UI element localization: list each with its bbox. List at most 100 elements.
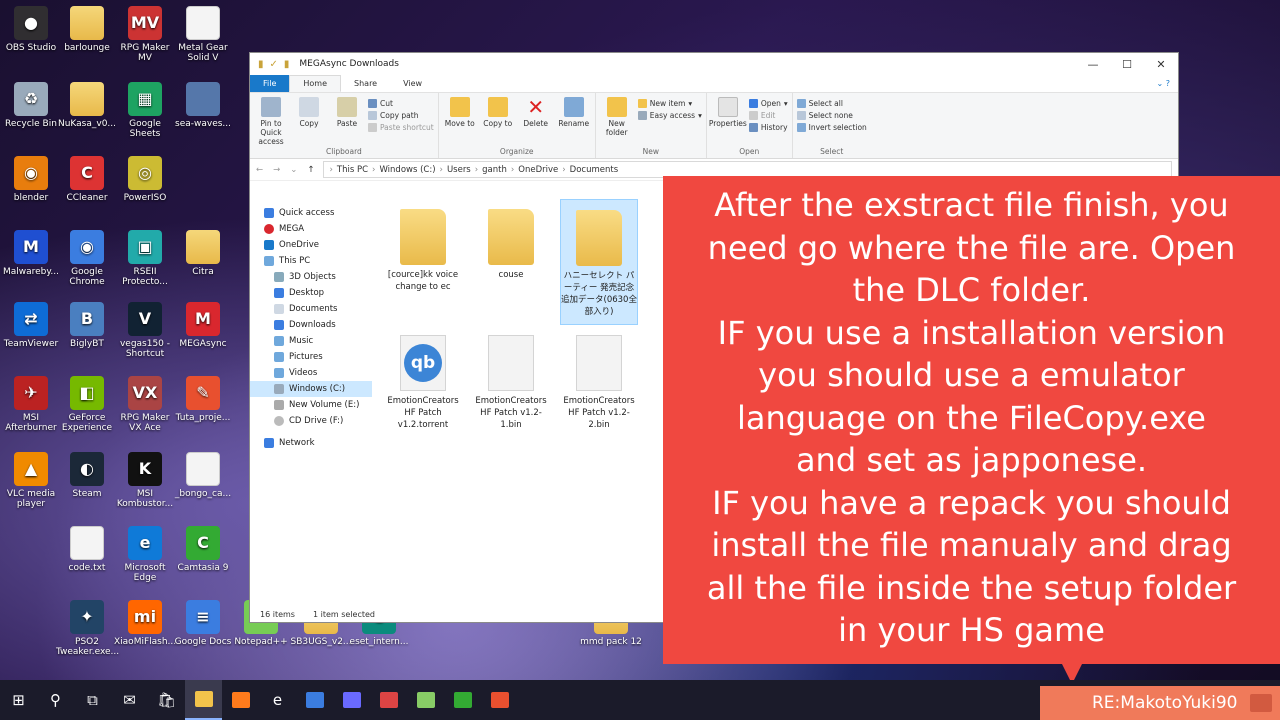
paste-button[interactable]: Paste — [330, 97, 364, 146]
camtasia-icon[interactable] — [444, 680, 481, 720]
nav-documents[interactable]: Documents — [250, 301, 372, 317]
desktop-icon[interactable]: VX RPG Maker VX Ace — [114, 376, 176, 433]
nav-music[interactable]: Music — [250, 333, 372, 349]
breadcrumb-item[interactable]: Documents — [570, 165, 618, 175]
desktop-icon[interactable]: ✈ MSI Afterburner — [0, 376, 62, 433]
nav-desktop[interactable]: Desktop — [250, 285, 372, 301]
desktop-icon[interactable]: Citra — [172, 230, 234, 277]
select-all-button[interactable]: Select all — [796, 99, 867, 108]
copy-to-button[interactable]: Copy to — [481, 97, 515, 146]
desktop-icon[interactable]: ▣ RSEII Protecto... — [114, 230, 176, 287]
breadcrumb-item[interactable]: Users — [447, 165, 471, 175]
rename-button[interactable]: Rename — [557, 97, 591, 146]
app-icon[interactable] — [333, 680, 370, 720]
file-item[interactable]: qb EmotionCreators HF Patch v1.2.torrent — [384, 331, 462, 431]
store-icon[interactable]: 🛍 — [148, 680, 185, 720]
chrome-icon[interactable] — [296, 680, 333, 720]
desktop-icon[interactable]: ≡ Google Docs — [172, 600, 234, 647]
history-button[interactable]: History — [748, 123, 788, 132]
move-to-button[interactable]: Move to — [443, 97, 477, 146]
desktop-icon[interactable]: Metal Gear Solid V — [172, 6, 234, 63]
copy-path-button[interactable]: Copy path — [368, 111, 434, 120]
properties-icon[interactable]: ✓ — [270, 59, 278, 70]
nav-videos[interactable]: Videos — [250, 365, 372, 381]
close-button[interactable]: ✕ — [1144, 58, 1178, 71]
file-item[interactable]: EmotionCreators HF Patch v1.2-1.bin — [472, 331, 550, 431]
app-icon-4[interactable] — [481, 680, 518, 720]
file-item[interactable]: couse — [472, 205, 550, 281]
maximize-button[interactable]: ☐ — [1110, 58, 1144, 71]
nav-quick-access[interactable]: Quick access — [250, 205, 372, 221]
nav-cd-drive[interactable]: CD Drive (F:) — [250, 413, 372, 429]
desktop-icon[interactable]: ● OBS Studio — [0, 6, 62, 53]
desktop-icon[interactable]: mi XiaoMiFlash... — [114, 600, 176, 647]
mail-icon[interactable]: ✉ — [111, 680, 148, 720]
desktop-icon[interactable]: ▦ Google Sheets — [114, 82, 176, 139]
cut-button[interactable]: Cut — [368, 99, 434, 108]
nav-pictures[interactable]: Pictures — [250, 349, 372, 365]
edge-icon[interactable]: e — [259, 680, 296, 720]
desktop-icon[interactable]: ✎ Tuta_proje... — [172, 376, 234, 423]
desktop-icon[interactable]: NuKasa_v0... — [56, 82, 118, 129]
tab-home[interactable]: Home — [289, 75, 342, 92]
breadcrumb-item[interactable]: This PC — [337, 165, 368, 175]
desktop-icon[interactable]: C CCleaner — [56, 156, 118, 203]
tab-view[interactable]: View — [390, 75, 435, 92]
desktop-icon[interactable]: ♻ Recycle Bin — [0, 82, 62, 129]
start-icon[interactable]: ⊞ — [0, 680, 37, 720]
breadcrumb-item[interactable]: ganth — [482, 165, 507, 175]
nav-3d-objects[interactable]: 3D Objects — [250, 269, 372, 285]
desktop-icon[interactable]: _bongo_ca... — [172, 452, 234, 499]
search-icon[interactable]: ⚲ — [37, 680, 74, 720]
open-button[interactable]: Open ▾ — [748, 99, 788, 108]
desktop-icon[interactable]: M Malwareby... — [0, 230, 62, 277]
minimize-button[interactable]: — — [1076, 58, 1110, 71]
nav-downloads[interactable]: Downloads — [250, 317, 372, 333]
file-item-selected[interactable]: ハニーセレクト パーティー 発売記念追加データ(0630全部入り) — [560, 199, 638, 325]
easy-access-button[interactable]: Easy access ▾ — [637, 111, 702, 120]
delete-button[interactable]: ✕ Delete — [519, 97, 553, 146]
select-none-button[interactable]: Select none — [796, 111, 867, 120]
desktop-icon[interactable]: sea-waves... — [172, 82, 234, 129]
forward-icon[interactable]: → — [273, 165, 280, 175]
nav-windows-c[interactable]: Windows (C:) — [250, 381, 372, 397]
nav-onedrive[interactable]: OneDrive — [250, 237, 372, 253]
desktop-icon[interactable]: ◉ Google Chrome — [56, 230, 118, 287]
desktop-icon[interactable]: K MSI Kombustor... — [114, 452, 176, 509]
nav-mega[interactable]: MEGA — [250, 221, 372, 237]
desktop-icon[interactable]: ◐ Steam — [56, 452, 118, 499]
new-folder-button[interactable]: New folder — [600, 97, 634, 146]
folder-icon[interactable]: ▮ — [258, 59, 264, 70]
desktop-icon[interactable]: code.txt — [56, 526, 118, 573]
edit-button[interactable]: Edit — [748, 111, 788, 120]
desktop-icon[interactable]: MV RPG Maker MV — [114, 6, 176, 63]
tab-share[interactable]: Share — [341, 75, 390, 92]
help-icon[interactable]: ⌄ ? — [1157, 75, 1179, 92]
notification-icon[interactable] — [1250, 694, 1272, 712]
desktop-icon[interactable]: Vvegas150 - Shortcut — [114, 302, 176, 359]
tab-file[interactable]: File — [250, 75, 290, 92]
up-icon[interactable]: ↑ — [307, 165, 314, 175]
copy-button[interactable]: Copy — [292, 97, 326, 146]
recent-icon[interactable]: ⌄ — [290, 165, 297, 175]
desktop-icon[interactable]: ⇄ TeamViewer — [0, 302, 62, 349]
nav-this-pc[interactable]: This PC — [250, 253, 372, 269]
new-item-button[interactable]: New item ▾ — [637, 99, 702, 108]
pin-quick-access-button[interactable]: Pin to Quick access — [254, 97, 288, 146]
file-item[interactable]: EmotionCreators HF Patch v1.2-2.bin — [560, 331, 638, 431]
file-item[interactable]: [cource]kk voice change to ec — [384, 205, 462, 293]
desktop-icon[interactable]: ◉ blender — [0, 156, 62, 203]
paste-shortcut-button[interactable]: Paste shortcut — [368, 123, 434, 132]
desktop-icon[interactable]: ✦ PSO2 Tweaker.exe... — [56, 600, 119, 657]
nav-new-volume[interactable]: New Volume (E:) — [250, 397, 372, 413]
breadcrumb-item[interactable]: OneDrive — [518, 165, 558, 175]
invert-selection-button[interactable]: Invert selection — [796, 123, 867, 132]
file-explorer-icon[interactable] — [185, 680, 222, 720]
new-folder-icon[interactable]: ▮ — [284, 59, 290, 70]
back-icon[interactable]: ← — [256, 165, 263, 175]
desktop-icon[interactable]: B BiglyBT — [56, 302, 118, 349]
task-view-icon[interactable]: ⧉ — [74, 680, 111, 720]
desktop-icon[interactable]: ◧ GeForce Experience — [56, 376, 118, 433]
desktop-icon[interactable]: e Microsoft Edge — [114, 526, 176, 583]
app-icon-2[interactable] — [370, 680, 407, 720]
